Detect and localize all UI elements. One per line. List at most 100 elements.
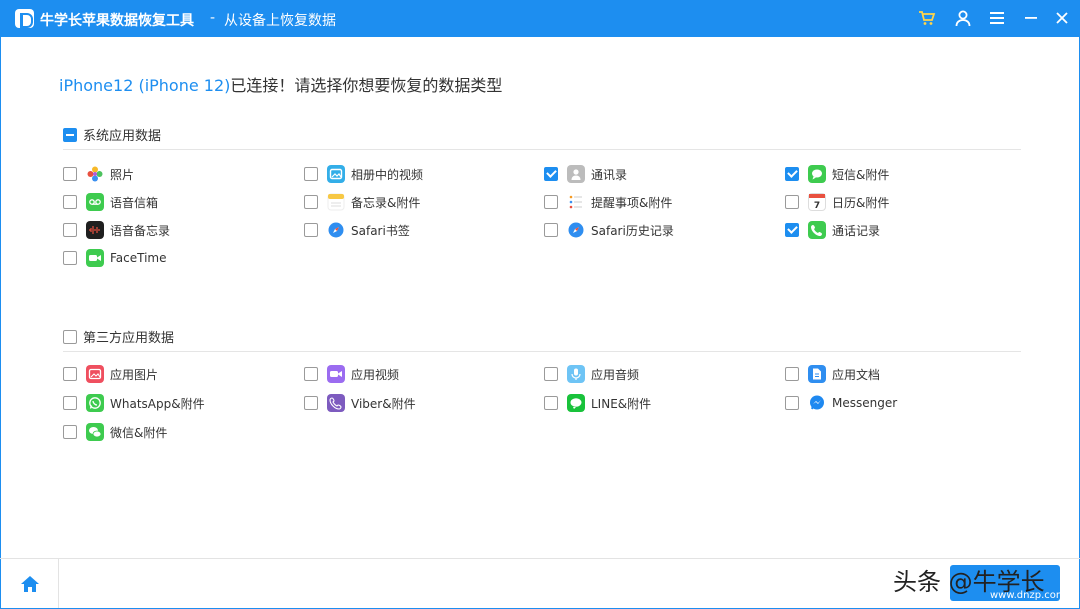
item-album-videos[interactable]: 相册中的视频: [304, 165, 423, 183]
facetime-icon: [86, 249, 104, 267]
viber-icon: [327, 394, 345, 412]
item-calendar[interactable]: 7 日历&附件: [785, 193, 889, 211]
messenger-icon: [808, 394, 826, 412]
item-label: 应用视频: [351, 367, 400, 382]
watermark-url: www.dnzp.com: [990, 590, 1066, 601]
checkbox[interactable]: [544, 223, 558, 237]
checkbox[interactable]: [785, 367, 799, 381]
checkbox[interactable]: [785, 167, 799, 181]
item-label: 应用文档: [832, 367, 881, 382]
item-wechat[interactable]: 微信&附件: [63, 423, 167, 441]
cart-button[interactable]: [917, 8, 937, 28]
checkbox[interactable]: [63, 167, 77, 181]
item-label: 短信&附件: [832, 167, 890, 182]
close-icon: [1056, 12, 1068, 24]
checkbox[interactable]: [544, 367, 558, 381]
item-label: 日历&附件: [832, 195, 890, 210]
item-label: FaceTime: [110, 251, 167, 265]
item-voicemail[interactable]: 语音信箱: [63, 193, 158, 211]
checkbox[interactable]: [544, 195, 558, 209]
item-voice-memos[interactable]: 语音备忘录: [63, 221, 170, 239]
item-whatsapp[interactable]: WhatsApp&附件: [63, 394, 205, 412]
item-contacts[interactable]: 通讯录: [544, 165, 627, 183]
app-document-icon: [808, 365, 826, 383]
third-party-section-header[interactable]: 第三方应用数据: [63, 327, 174, 346]
whatsapp-icon: [86, 394, 104, 412]
checkbox[interactable]: [785, 396, 799, 410]
item-label: 微信&附件: [110, 425, 168, 440]
item-facetime[interactable]: FaceTime: [63, 249, 167, 267]
checkbox[interactable]: [544, 396, 558, 410]
app-logo-icon: [15, 9, 34, 28]
app-photo-icon: [86, 365, 104, 383]
item-app-audio[interactable]: 应用音频: [544, 365, 639, 383]
window-frame: [0, 37, 1080, 609]
item-line[interactable]: LINE&附件: [544, 394, 651, 412]
messages-icon: [808, 165, 826, 183]
item-notes[interactable]: 备忘录&附件: [304, 193, 420, 211]
item-safari-history[interactable]: Safari历史记录: [544, 221, 674, 239]
item-label: 应用音频: [591, 367, 640, 382]
system-section-header[interactable]: 系统应用数据: [63, 125, 161, 144]
checkbox[interactable]: [63, 223, 77, 237]
item-label: 通话记录: [832, 223, 881, 238]
device-name: iPhone12 (iPhone 12): [59, 76, 231, 95]
home-button[interactable]: [1, 559, 59, 608]
checkbox[interactable]: [304, 367, 318, 381]
home-icon: [20, 575, 39, 592]
checkbox[interactable]: [63, 195, 77, 209]
minimize-button[interactable]: [1021, 8, 1041, 28]
close-button[interactable]: [1052, 8, 1072, 28]
cart-icon: [919, 11, 936, 25]
item-messenger[interactable]: Messenger: [785, 394, 897, 412]
line-icon: [567, 394, 585, 412]
user-icon: [955, 10, 971, 27]
item-messages[interactable]: 短信&附件: [785, 165, 889, 183]
checkbox[interactable]: [63, 367, 77, 381]
reminders-icon: [567, 193, 585, 211]
minimize-icon: [1025, 17, 1037, 19]
app-video-icon: [327, 365, 345, 383]
item-app-videos[interactable]: 应用视频: [304, 365, 399, 383]
item-label: 备忘录&附件: [351, 195, 421, 210]
page-headline: iPhone12 (iPhone 12)已连接！请选择你想要恢复的数据类型: [59, 72, 502, 96]
checkbox[interactable]: [785, 223, 799, 237]
menu-button[interactable]: [987, 8, 1007, 28]
album-video-icon: [327, 165, 345, 183]
section-divider: [63, 149, 1021, 150]
checkbox[interactable]: [63, 396, 77, 410]
calendar-icon: 7: [808, 193, 826, 211]
item-app-documents[interactable]: 应用文档: [785, 365, 880, 383]
item-label: LINE&附件: [591, 396, 652, 411]
third-party-section-checkbox[interactable]: [63, 329, 77, 344]
checkbox[interactable]: [785, 195, 799, 209]
item-app-photos[interactable]: 应用图片: [63, 365, 158, 383]
safari-icon: [327, 221, 345, 239]
checkbox[interactable]: [63, 425, 77, 439]
item-label: 语音备忘录: [110, 223, 171, 238]
item-call-history[interactable]: 通话记录: [785, 221, 880, 239]
checkbox[interactable]: [63, 251, 77, 265]
app-title: 牛学长苹果数据恢复工具: [40, 13, 194, 29]
item-viber[interactable]: Viber&附件: [304, 394, 416, 412]
headline-text: 已连接！请选择你想要恢复的数据类型: [230, 76, 503, 95]
checkbox[interactable]: [544, 167, 558, 181]
system-section-checkbox[interactable]: [63, 127, 77, 142]
voicemail-icon: [86, 193, 104, 211]
item-label: Viber&附件: [351, 396, 416, 411]
notes-icon: [327, 193, 345, 211]
item-photos[interactable]: 照片: [63, 165, 134, 183]
title-separator: -: [210, 10, 216, 26]
checkbox[interactable]: [304, 195, 318, 209]
item-label: 应用图片: [110, 367, 159, 382]
wechat-icon: [86, 423, 104, 441]
checkbox[interactable]: [304, 167, 318, 181]
phone-icon: [808, 221, 826, 239]
item-safari-bookmarks[interactable]: Safari书签: [304, 221, 410, 239]
item-reminders[interactable]: 提醒事项&附件: [544, 193, 672, 211]
account-button[interactable]: [953, 8, 973, 28]
third-party-section-label: 第三方应用数据: [83, 331, 175, 346]
checkbox[interactable]: [304, 223, 318, 237]
checkbox[interactable]: [304, 396, 318, 410]
item-label: Safari书签: [351, 223, 410, 238]
